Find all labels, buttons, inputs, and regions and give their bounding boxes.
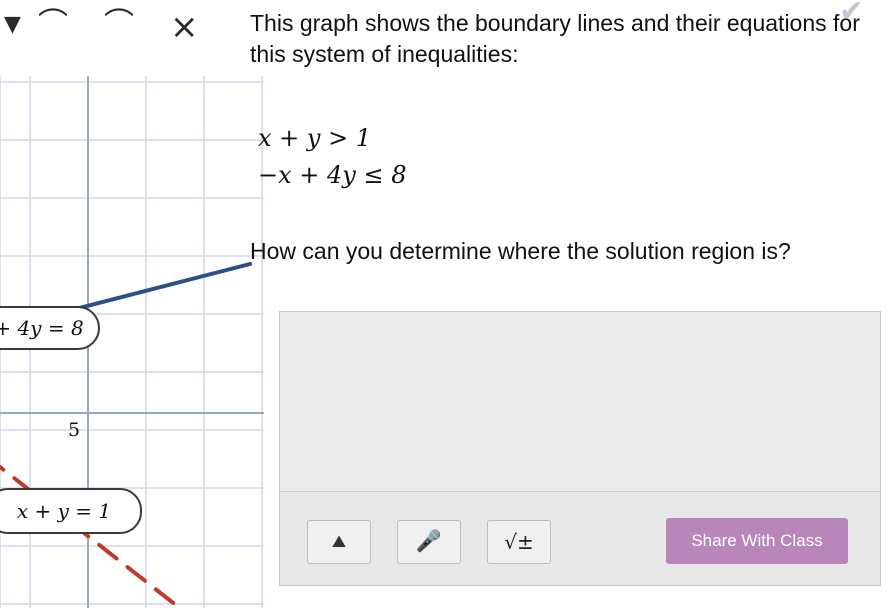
insert-image-button[interactable]: ⛰ (307, 520, 371, 564)
question-prompt-1: This graph shows the boundary lines and … (250, 10, 860, 68)
inequality-system: x + y > 1 −x + 4y ≤ 8 (258, 120, 406, 194)
line-label-equation-2: + 4y = 8 (0, 306, 100, 350)
app-root: ▼ ⌒ ⌒ × + 4y = 8 x + y = 1 5 This graph … (0, 0, 889, 608)
square-root-icon: √± (504, 530, 534, 554)
inequality-2: −x + 4y ≤ 8 (258, 161, 407, 190)
caret-down-icon[interactable]: ▼ (4, 14, 21, 36)
share-with-class-button[interactable]: Share With Class (666, 518, 848, 564)
arc-icon-1[interactable]: ⌒ (38, 10, 68, 40)
math-symbols-button[interactable]: √± (487, 520, 551, 564)
answer-card: ⛰ 🎤 √± Share With Class (279, 311, 881, 586)
graph-toolbar: ▼ ⌒ ⌒ × (0, 0, 250, 60)
arc-icon-2[interactable]: ⌒ (104, 10, 134, 40)
microphone-icon: 🎤 (415, 530, 443, 553)
question-prompt-2: How can you determine where the solution… (250, 238, 791, 264)
inequality-1: x + y > 1 (258, 124, 372, 152)
answer-toolbar: ⛰ 🎤 √± Share With Class (280, 493, 880, 585)
answer-input[interactable] (280, 312, 880, 492)
image-icon: ⛰ (331, 532, 347, 551)
close-icon[interactable]: × (170, 10, 199, 44)
graph-panel[interactable]: + 4y = 8 x + y = 1 5 (0, 76, 264, 608)
line-label-equation-1: x + y = 1 (0, 488, 142, 534)
checkmark-icon: ✔ (838, 0, 864, 29)
voice-input-button[interactable]: 🎤 (397, 520, 461, 564)
axis-tick-label: 5 (68, 419, 81, 441)
